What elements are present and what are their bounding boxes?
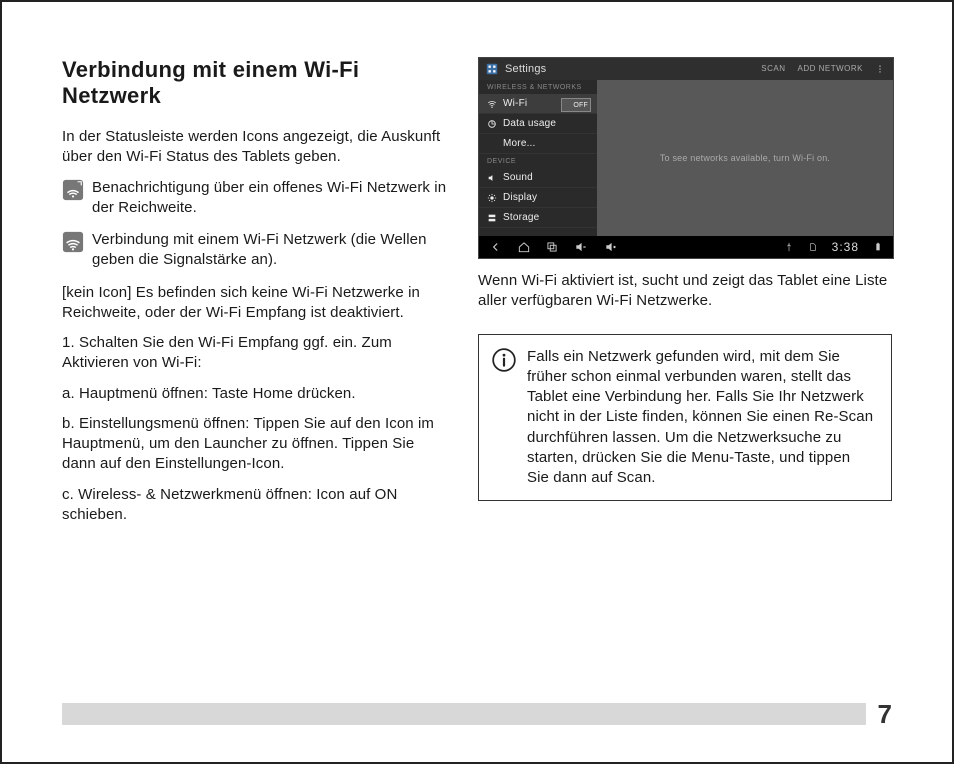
shot-storage-label: Storage [503,212,539,223]
shot-row-data[interactable]: Data usage [479,114,597,134]
shot-row-display[interactable]: Display [479,188,597,208]
left-column: Verbindung mit einem Wi-Fi Netzwerk In d… [62,57,450,627]
right-column: Settings SCAN ADD NETWORK WIRELESS & NET… [478,57,892,627]
shot-app-title: Settings [505,63,546,75]
shot-action-scan[interactable]: SCAN [761,64,785,74]
display-icon [487,193,497,203]
shot-row-wifi[interactable]: Wi-Fi OFF [479,94,597,114]
shot-hint: To see networks available, turn Wi-Fi on… [660,153,830,163]
page-footer: 7 [62,700,892,728]
page-title: Verbindung mit einem Wi-Fi Netzwerk [62,57,450,109]
shot-display-label: Display [503,192,537,203]
step-1: 1. Schalten Sie den Wi-Fi Empfang ggf. e… [62,333,450,374]
home-icon[interactable] [517,240,531,254]
shot-wifi-label: Wi-Fi [503,98,527,109]
settings-app-icon [485,62,499,76]
tip-text: Falls ein Netzwerk gefunden wird, mit de… [527,347,875,489]
usb-icon [784,242,794,252]
wifi-icon [487,99,497,109]
battery-icon [873,240,883,254]
back-icon[interactable] [489,240,503,254]
tip-box: Falls ein Netzwerk gefunden wird, mit de… [478,334,892,502]
shot-data-label: Data usage [503,118,556,129]
step-1a: a. Hauptmenü öffnen: Taste Home drücken. [62,384,450,404]
shot-section-wireless: WIRELESS & NETWORKS [479,80,597,94]
wifi-toggle-label: OFF [573,102,588,109]
sd-icon [808,242,818,252]
footer-bar [62,703,866,725]
vol-down-icon[interactable] [573,240,589,254]
storage-icon [487,213,497,223]
shot-navbar: 3:38 [479,236,893,258]
shot-sidebar: WIRELESS & NETWORKS Wi-Fi OFF Data usage [479,80,597,236]
wifi-connected-icon [62,231,84,253]
shot-row-sound[interactable]: Sound [479,168,597,188]
shot-action-add[interactable]: ADD NETWORK [798,64,864,74]
open-network-text: Benachrichtigung über ein offenes Wi-Fi … [92,178,450,219]
sound-icon [487,173,497,183]
shot-topbar: Settings SCAN ADD NETWORK [479,58,893,80]
no-icon-text: [kein Icon] Es befinden sich keine Wi-Fi… [62,283,450,324]
intro-text: In der Statusleiste werden Icons angezei… [62,127,450,168]
overflow-icon[interactable] [875,64,885,74]
wifi-toggle[interactable]: OFF [561,98,591,112]
right-intro: Wenn Wi-Fi aktiviert ist, sucht und zeig… [478,271,892,312]
recent-icon[interactable] [545,240,559,254]
shot-sound-label: Sound [503,172,533,183]
connected-text: Verbindung mit einem Wi-Fi Netzwerk (die… [92,230,450,271]
step-1c: c. Wireless- & Netzwerkmenü öffnen: Icon… [62,485,450,526]
open-network-item: Benachrichtigung über ein offenes Wi-Fi … [62,178,450,219]
data-usage-icon [487,119,497,129]
settings-screenshot: Settings SCAN ADD NETWORK WIRELESS & NET… [478,57,894,259]
wifi-open-icon [62,179,84,201]
vol-up-icon[interactable] [603,240,619,254]
page-number: 7 [866,699,892,730]
shot-more-label: More... [503,138,536,149]
shot-row-more[interactable]: More... [479,134,597,154]
shot-section-device: DEVICE [479,154,597,168]
connected-item: Verbindung mit einem Wi-Fi Netzwerk (die… [62,230,450,271]
info-icon [491,347,517,373]
shot-row-storage[interactable]: Storage [479,208,597,228]
shot-main: To see networks available, turn Wi-Fi on… [597,80,893,236]
step-1b: b. Einstellungsmenü öffnen: Tippen Sie a… [62,414,450,475]
clock: 3:38 [832,240,859,254]
